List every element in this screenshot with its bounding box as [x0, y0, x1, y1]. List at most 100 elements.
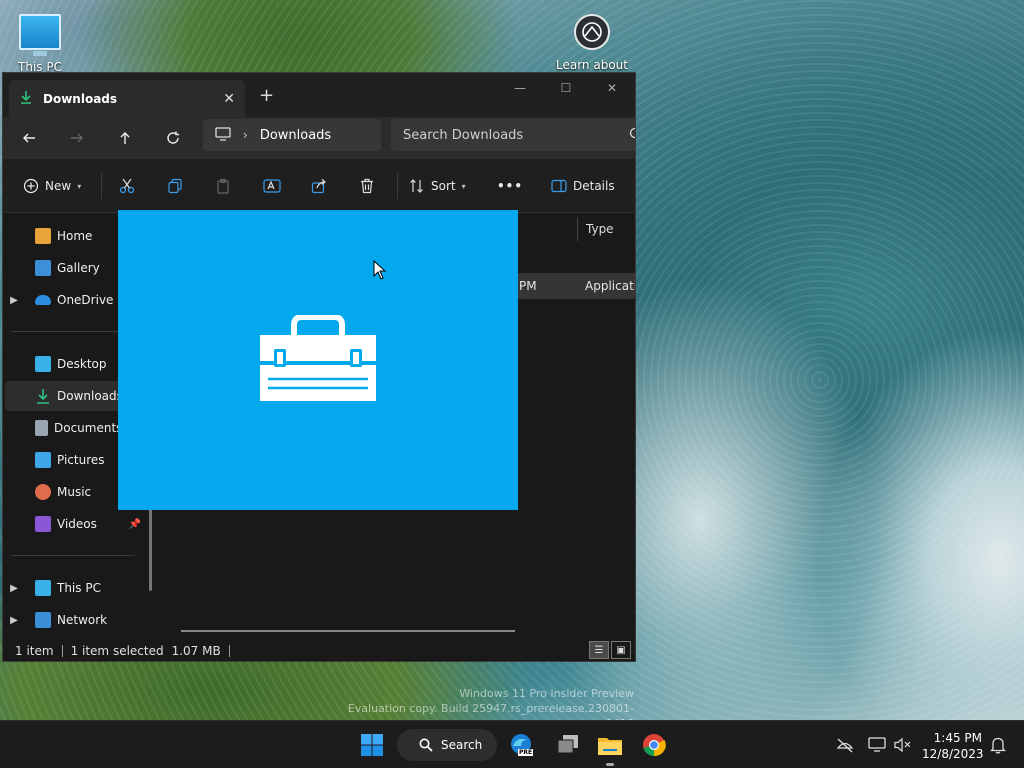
clock-time: 1:45 PM	[933, 731, 982, 745]
muted-speaker-icon	[894, 737, 911, 753]
chevron-down-icon: ▾	[461, 181, 466, 191]
share-icon	[311, 179, 326, 194]
column-header-type[interactable]: Type	[577, 217, 614, 241]
command-bar: New ▾ Sort ▾ ••• Details	[3, 159, 635, 213]
selection-count: 1 item selected	[70, 644, 164, 658]
chrome-icon	[643, 734, 666, 757]
edge-pre-button[interactable]: PRE	[506, 729, 538, 761]
close-window-button[interactable]: ✕	[589, 73, 635, 103]
tab-label: Downloads	[43, 91, 118, 106]
details-view-button[interactable]: ☰	[589, 641, 609, 659]
desktop-icon-this-pc[interactable]: This PC	[0, 10, 80, 74]
taskbar-search-label: Search	[441, 738, 483, 752]
copy-icon	[168, 178, 182, 194]
sort-label: Sort	[431, 179, 456, 193]
new-button[interactable]: New ▾	[23, 173, 81, 199]
display-status-button[interactable]	[864, 729, 890, 761]
search-placeholder: Search Downloads	[403, 127, 524, 143]
sidebar-divider	[11, 331, 135, 332]
rename-button[interactable]	[263, 173, 281, 199]
status-bar: 1 item 1 item selected 1.07 MB	[3, 639, 635, 661]
back-button[interactable]	[15, 125, 43, 151]
gallery-icon	[35, 260, 51, 276]
new-tab-button[interactable]: +	[259, 85, 274, 106]
clock-date: 12/8/2023	[922, 747, 984, 761]
sidebar-item-this-pc[interactable]: ▶ This PC	[5, 573, 145, 603]
forward-button[interactable]	[63, 125, 91, 151]
tab-downloads[interactable]: Downloads ✕	[9, 80, 245, 117]
cloud-icon	[35, 295, 51, 305]
sidebar-item-label: OneDrive	[57, 293, 114, 307]
close-tab-icon[interactable]: ✕	[223, 91, 235, 107]
refresh-button[interactable]	[159, 125, 187, 151]
rename-icon	[263, 179, 281, 193]
file-explorer-taskbar-button[interactable]	[594, 729, 626, 761]
sort-icon	[410, 179, 423, 193]
sidebar-item-label: This PC	[57, 581, 101, 595]
paste-button[interactable]	[215, 173, 231, 199]
scissors-icon	[119, 178, 135, 194]
edge-pre-badge: PRE	[518, 749, 534, 756]
chevron-down-icon: ▾	[77, 181, 82, 191]
network-icon	[35, 612, 51, 628]
status-divider	[61, 645, 63, 657]
trash-icon	[361, 178, 373, 194]
search-icon	[419, 738, 433, 752]
taskbar-clock[interactable]: 1:45 PM 12/8/2023	[922, 730, 984, 762]
sidebar-item-label: Gallery	[57, 261, 100, 275]
sidebar-item-videos[interactable]: Videos 📌	[5, 509, 145, 539]
details-label: Details	[573, 179, 615, 193]
sidebar-divider	[11, 555, 135, 556]
maximize-button[interactable]: ☐	[543, 73, 589, 103]
sidebar-item-label: Videos	[57, 517, 97, 531]
sidebar-item-network[interactable]: ▶ Network	[5, 605, 145, 635]
no-network-icon	[836, 738, 854, 753]
chevron-right-icon[interactable]: ▶	[5, 615, 23, 626]
chevron-right-icon[interactable]: ▶	[5, 583, 23, 594]
cut-button[interactable]	[119, 173, 135, 199]
app-splash-screen	[118, 210, 518, 510]
bell-icon	[990, 737, 1006, 754]
toolbar-divider	[101, 173, 102, 199]
taskbar-search[interactable]: Search	[397, 729, 497, 761]
volume-button[interactable]	[890, 729, 916, 761]
desktop-icon-learn-about[interactable]: Learn about	[552, 10, 632, 72]
notifications-button[interactable]	[986, 729, 1010, 761]
sidebar-item-label: Desktop	[57, 357, 107, 371]
sort-button[interactable]: Sort ▾	[409, 173, 466, 199]
search-input[interactable]: Search Downloads	[391, 119, 635, 151]
minimize-button[interactable]: —	[497, 73, 543, 103]
monitor-icon	[35, 580, 51, 596]
task-view-icon	[557, 735, 578, 754]
navigation-bar: › Downloads Search Downloads	[3, 117, 635, 159]
breadcrumb-downloads[interactable]: Downloads	[260, 128, 331, 143]
share-button[interactable]	[311, 173, 327, 199]
music-icon	[35, 484, 51, 500]
horizontal-scrollbar[interactable]	[181, 630, 515, 632]
tiles-view-button[interactable]: ▣	[611, 641, 631, 659]
sidebar-item-label: Documents	[54, 421, 123, 435]
chevron-right-icon[interactable]: ▶	[5, 295, 23, 306]
details-button[interactable]: Details	[551, 173, 615, 199]
view-toggle: ☰ ▣	[589, 641, 631, 659]
delete-button[interactable]	[359, 173, 375, 199]
download-arrow-icon	[35, 388, 51, 404]
toolbox-icon	[260, 315, 376, 401]
start-icon	[361, 734, 383, 756]
sidebar-item-label: Music	[57, 485, 92, 499]
monitor-icon	[215, 126, 231, 144]
copy-button[interactable]	[167, 173, 183, 199]
start-button[interactable]	[356, 729, 388, 761]
network-status-button[interactable]	[832, 729, 858, 761]
pictures-icon	[35, 452, 51, 468]
more-options-button[interactable]: •••	[497, 173, 523, 199]
date-cell: PM	[519, 279, 537, 293]
chrome-button[interactable]	[638, 729, 670, 761]
sidebar-item-label: Network	[57, 613, 108, 627]
pin-icon[interactable]: 📌	[129, 519, 141, 530]
file-explorer-icon	[598, 738, 622, 755]
mouse-cursor-icon	[373, 259, 387, 283]
address-bar[interactable]: › Downloads	[203, 119, 381, 151]
up-button[interactable]	[111, 125, 139, 151]
task-view-button[interactable]	[552, 729, 584, 761]
